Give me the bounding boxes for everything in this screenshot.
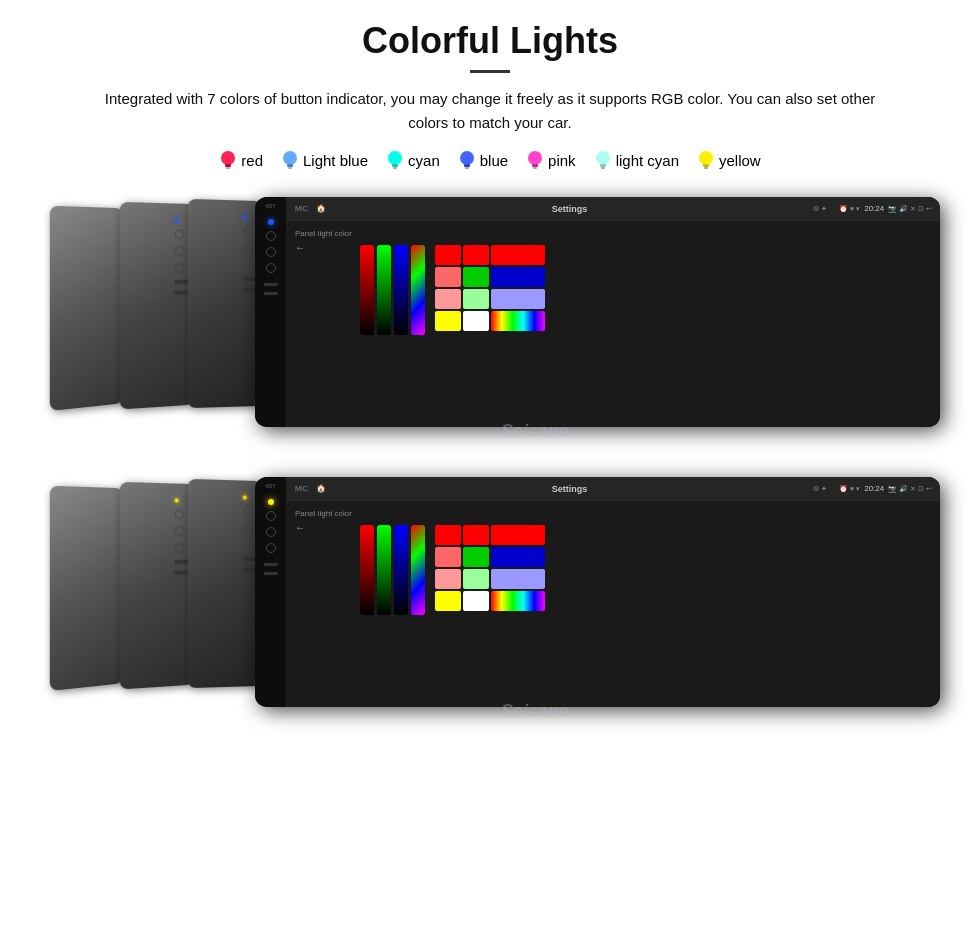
screen-title-2: Settings <box>330 484 809 494</box>
color-label-pink: pink <box>548 152 576 169</box>
bulb-icon-blue <box>458 149 476 171</box>
color-item-cyan: cyan <box>386 149 440 171</box>
color-label-red: red <box>241 152 263 169</box>
page-container: Colorful Lights Integrated with 7 colors… <box>0 0 980 940</box>
svg-rect-10 <box>464 164 470 167</box>
color-label-yellow: yellow <box>719 152 761 169</box>
page-title: Colorful Lights <box>362 20 618 62</box>
svg-rect-19 <box>703 164 709 167</box>
bulb-icon-yellow <box>697 149 715 171</box>
color-label-lightblue: Light blue <box>303 152 368 169</box>
svg-rect-17 <box>601 167 605 169</box>
screen-time-2: 20:24 <box>864 484 884 493</box>
bulb-icon-red <box>219 149 237 171</box>
bulb-icon-pink <box>526 149 544 171</box>
color-item-blue: blue <box>458 149 508 171</box>
svg-rect-4 <box>287 164 293 167</box>
svg-point-12 <box>528 151 542 165</box>
svg-point-6 <box>388 151 402 165</box>
color-item-yellow: yellow <box>697 149 761 171</box>
color-label-blue: blue <box>480 152 508 169</box>
svg-rect-5 <box>288 167 292 169</box>
svg-point-0 <box>221 151 235 165</box>
devices-section: RST MIC 🏠 Settings <box>40 189 940 739</box>
bulb-icon-lightblue <box>281 149 299 171</box>
svg-point-15 <box>596 151 610 165</box>
svg-rect-20 <box>704 167 708 169</box>
color-label-lightcyan: light cyan <box>616 152 679 169</box>
device-row-2: RST MIC 🏠 Settings <box>40 469 940 739</box>
svg-rect-16 <box>600 164 606 167</box>
panel-light-label-2: Panel light color <box>295 509 352 518</box>
title-divider <box>470 70 510 73</box>
screen-title-1: Settings <box>330 204 809 214</box>
color-item-lightblue: Light blue <box>281 149 368 171</box>
color-item-pink: pink <box>526 149 576 171</box>
svg-rect-8 <box>393 167 397 169</box>
color-item-lightcyan: light cyan <box>594 149 679 171</box>
screen-time-1: 20:24 <box>864 204 884 213</box>
bulb-icon-lightcyan <box>594 149 612 171</box>
svg-rect-1 <box>225 164 231 167</box>
panel-light-label-1: Panel light color <box>295 229 352 238</box>
svg-rect-13 <box>532 164 538 167</box>
svg-point-3 <box>283 151 297 165</box>
svg-rect-14 <box>533 167 537 169</box>
svg-rect-7 <box>392 164 398 167</box>
color-item-red: red <box>219 149 263 171</box>
color-label-cyan: cyan <box>408 152 440 169</box>
bulb-icon-cyan <box>386 149 404 171</box>
svg-rect-2 <box>226 167 230 169</box>
svg-point-9 <box>460 151 474 165</box>
device-row-1: RST MIC 🏠 Settings <box>40 189 940 459</box>
description-text: Integrated with 7 colors of button indic… <box>100 87 880 135</box>
color-indicators-row: red Light blue cyan <box>219 149 760 171</box>
svg-rect-11 <box>465 167 469 169</box>
svg-point-18 <box>699 151 713 165</box>
